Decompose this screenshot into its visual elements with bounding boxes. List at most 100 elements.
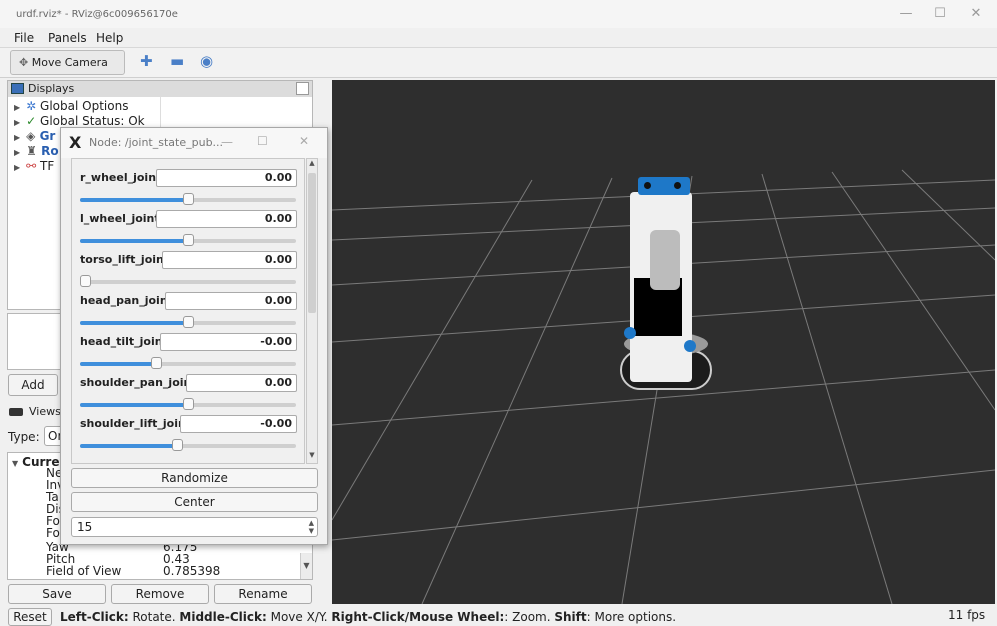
eye-icon[interactable]: ◉ [200, 52, 213, 70]
tree-item-grid[interactable]: ▶ ◈ Gr [14, 129, 55, 144]
check-icon: ✓ [26, 114, 37, 128]
tree-item-robot-model[interactable]: ▶ ♜ Ro [14, 144, 59, 159]
views-type-label: Type: [8, 430, 40, 444]
rename-view-button[interactable]: Rename [214, 584, 312, 604]
move-camera-label: Move Camera [31, 56, 108, 69]
joint-name: shoulder_lift_joint [80, 417, 192, 430]
joint-slider[interactable] [80, 275, 296, 287]
menu-panels[interactable]: Panels [48, 31, 87, 45]
joint-value-field[interactable]: -0.00 [160, 333, 297, 351]
slider-handle[interactable] [80, 275, 91, 287]
minimize-icon[interactable]: — [896, 6, 916, 21]
joint-row: head_pan_joint 0.00 [72, 292, 304, 332]
undock-icon[interactable] [296, 82, 309, 95]
robot-arm [650, 230, 680, 290]
window-titlebar: urdf.rviz* - RViz@6c009656170e — ☐ ✕ [0, 0, 997, 28]
joint-row: shoulder_pan_joint 0.00 [72, 374, 304, 414]
robot-wheel-left [624, 327, 636, 339]
joint-value-field[interactable]: 0.00 [162, 251, 297, 269]
joint-slider[interactable] [80, 193, 296, 205]
max-rows-spinbox[interactable]: 15 ▲ ▼ [71, 517, 318, 537]
dialog-close-icon[interactable]: ✕ [299, 134, 309, 148]
fps-counter: 11 fps [948, 608, 986, 622]
gear-icon: ✲ [26, 99, 37, 113]
joint-slider[interactable] [80, 439, 296, 451]
grid-icon: ◈ [26, 129, 36, 143]
dialog-title: Node: /joint_state_pub... [89, 136, 224, 149]
displays-header: Displays [8, 81, 312, 97]
tree-item-tf[interactable]: ▶ ⚯ TF [14, 159, 54, 174]
joint-name: l_wheel_joint [80, 212, 160, 225]
joint-slider[interactable] [80, 316, 296, 328]
joint-list: r_wheel_joint 0.00 l_wheel_joint 0.00 to… [71, 158, 305, 464]
save-view-button[interactable]: Save [8, 584, 106, 604]
dialog-titlebar: X Node: /joint_state_pub... — ☐ ✕ [61, 128, 327, 158]
camera-icon [9, 408, 23, 416]
slider-handle[interactable] [151, 357, 162, 369]
move-camera-button[interactable]: ✥ Move Camera [10, 50, 125, 75]
joint-name: head_tilt_joint [80, 335, 168, 348]
robot-icon: ♜ [26, 144, 37, 158]
remove-view-button[interactable]: Remove [111, 584, 209, 604]
joint-value-field[interactable]: 0.00 [156, 210, 297, 228]
render-viewport[interactable] [332, 80, 995, 604]
tf-icon: ⚯ [26, 159, 37, 173]
menu-file[interactable]: File [14, 31, 34, 45]
view-prop-fov: Field of View [46, 564, 122, 578]
maximize-icon[interactable]: ☐ [930, 6, 950, 21]
joint-row: shoulder_lift_joint -0.00 [72, 415, 304, 455]
joint-value-field[interactable]: 0.00 [156, 169, 297, 187]
tree-item-global-options[interactable]: ▶ ✲ Global Options [14, 99, 128, 114]
slider-handle[interactable] [183, 398, 194, 410]
views-title: Views [29, 405, 61, 418]
robot-eye-left [644, 182, 651, 189]
joint-value-field[interactable]: -0.00 [180, 415, 297, 433]
dialog-maximize-icon[interactable]: ☐ [257, 134, 268, 148]
joint-name: head_pan_joint [80, 294, 173, 307]
view-value-fov[interactable]: 0.785398 [163, 565, 220, 577]
view-prop-name: Fo [46, 526, 60, 540]
add-tool-icon[interactable]: ✚ [140, 52, 153, 70]
slider-handle[interactable] [172, 439, 183, 451]
slider-handle[interactable] [183, 234, 194, 246]
joint-name: torso_lift_joint [80, 253, 170, 266]
remove-tool-icon[interactable]: ▬ [170, 52, 184, 70]
slider-handle[interactable] [183, 316, 194, 328]
joint-value-field[interactable]: 0.00 [165, 292, 297, 310]
slider-handle[interactable] [183, 193, 194, 205]
joint-list-scrollbar[interactable]: ▲ ▼ [306, 158, 318, 464]
joint-name: r_wheel_joint [80, 171, 162, 184]
scroll-up-icon[interactable]: ▲ [307, 159, 317, 171]
views-scroll-down[interactable]: ▼ [300, 553, 312, 579]
joint-slider[interactable] [80, 398, 296, 410]
center-button[interactable]: Center [71, 492, 318, 512]
toolbar: ✥ Move Camera ✚ ▬ ◉ [0, 48, 997, 78]
scroll-thumb[interactable] [308, 173, 316, 313]
joint-slider[interactable] [80, 234, 296, 246]
scroll-down-icon[interactable]: ▼ [307, 451, 317, 463]
joint-value-field[interactable]: 0.00 [186, 374, 297, 392]
status-bar: Reset Left-Click: Rotate. Middle-Click: … [0, 606, 997, 626]
spinbox-arrows-icon[interactable]: ▲ ▼ [309, 519, 314, 535]
joint-row: l_wheel_joint 0.00 [72, 210, 304, 250]
x-logo-icon: X [69, 133, 82, 152]
menu-help[interactable]: Help [96, 31, 123, 45]
add-button[interactable]: Add [8, 374, 58, 396]
joint-name: shoulder_pan_joint [80, 376, 197, 389]
joint-state-publisher-dialog: X Node: /joint_state_pub... — ☐ ✕ r_whee… [60, 127, 328, 545]
robot-eye-right [674, 182, 681, 189]
dialog-minimize-icon[interactable]: — [221, 135, 233, 149]
joint-row: head_tilt_joint -0.00 [72, 333, 304, 373]
close-icon[interactable]: ✕ [966, 6, 986, 21]
spinbox-value: 15 [77, 520, 93, 534]
robot-wheel-right [684, 340, 696, 352]
joint-row: r_wheel_joint 0.00 [72, 169, 304, 209]
reset-button[interactable]: Reset [8, 608, 52, 626]
randomize-button[interactable]: Randomize [71, 468, 318, 488]
joint-slider[interactable] [80, 357, 296, 369]
joint-row: torso_lift_joint 0.00 [72, 251, 304, 291]
displays-title: Displays [28, 82, 75, 95]
window-title: urdf.rviz* - RViz@6c009656170e [16, 9, 178, 20]
monitor-icon [11, 83, 24, 94]
status-hint: Left-Click: Rotate. Middle-Click: Move X… [60, 610, 677, 624]
